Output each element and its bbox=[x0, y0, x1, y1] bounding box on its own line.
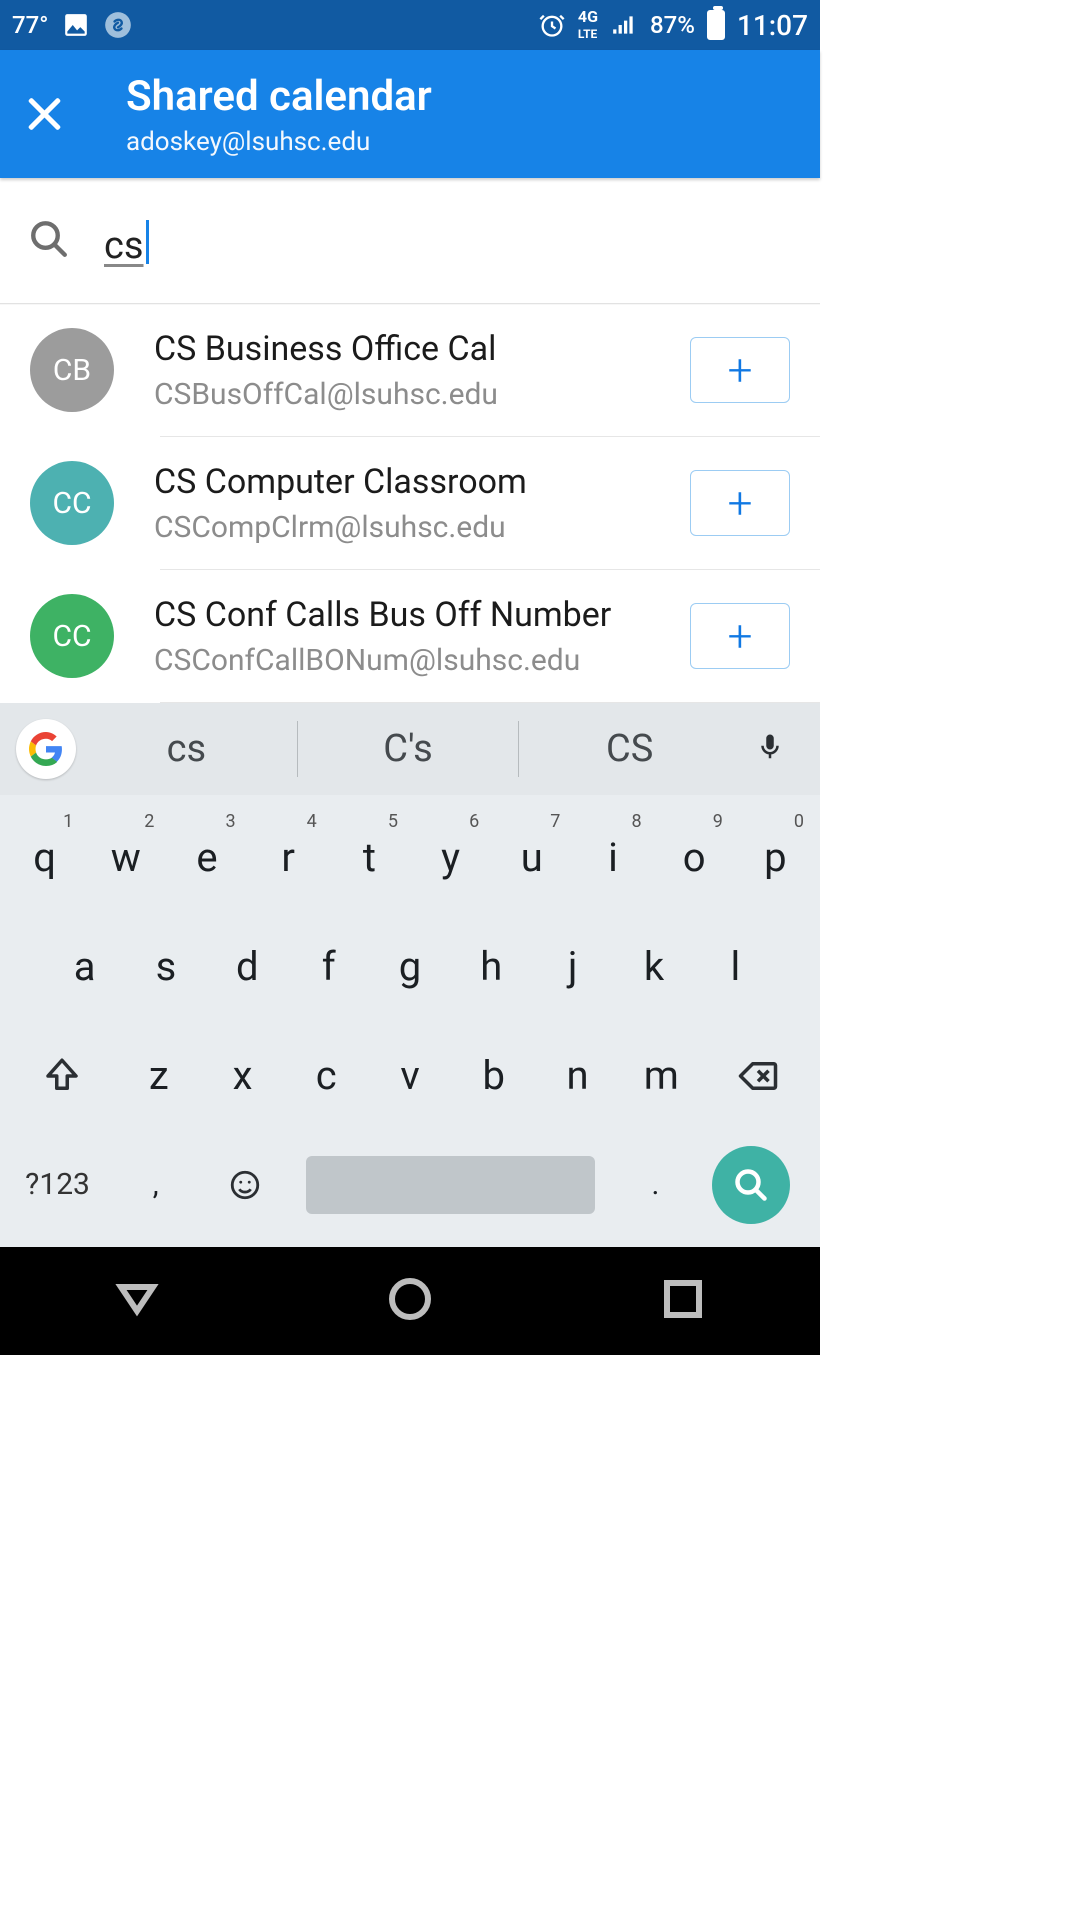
photo-icon bbox=[62, 11, 90, 39]
results-list: CB CS Business Office Cal CSBusOffCal@ls… bbox=[0, 304, 820, 703]
key-d[interactable]: d bbox=[207, 912, 288, 1021]
search-enter-key[interactable] bbox=[700, 1146, 816, 1224]
shift-key[interactable] bbox=[8, 1055, 117, 1097]
search-input[interactable]: cs bbox=[104, 214, 149, 268]
key-v[interactable]: v bbox=[368, 1021, 452, 1130]
temperature-indicator: 77° bbox=[12, 11, 48, 39]
key-k[interactable]: k bbox=[613, 912, 694, 1021]
key-f[interactable]: f bbox=[288, 912, 369, 1021]
network-type-indicator: 4GLTE bbox=[578, 9, 598, 41]
key-n[interactable]: n bbox=[536, 1021, 620, 1130]
key-c[interactable]: c bbox=[284, 1021, 368, 1130]
key-w[interactable]: w2 bbox=[85, 803, 166, 912]
alarm-icon bbox=[538, 11, 566, 39]
text-cursor bbox=[146, 220, 149, 264]
battery-percent: 87% bbox=[650, 11, 695, 39]
home-button[interactable] bbox=[386, 1275, 434, 1327]
add-button[interactable]: + bbox=[690, 603, 790, 669]
suggestion[interactable]: C's bbox=[298, 727, 519, 771]
add-button[interactable]: + bbox=[690, 337, 790, 403]
avatar: CC bbox=[30, 594, 114, 678]
page-title: Shared calendar bbox=[126, 72, 432, 121]
key-y[interactable]: y6 bbox=[410, 803, 491, 912]
mic-icon[interactable] bbox=[740, 732, 800, 766]
back-button[interactable] bbox=[113, 1275, 161, 1327]
result-name: CS Conf Calls Bus Off Number bbox=[154, 595, 680, 635]
battery-icon bbox=[707, 10, 725, 40]
result-email: CSCompClrm@lsuhsc.edu bbox=[154, 510, 624, 545]
key-h[interactable]: h bbox=[451, 912, 532, 1021]
suggestion[interactable]: CS bbox=[519, 727, 740, 771]
result-item[interactable]: CC CS Conf Calls Bus Off Number CSConfCa… bbox=[0, 570, 820, 702]
avatar: CC bbox=[30, 461, 114, 545]
symbols-key[interactable]: ?123 bbox=[4, 1130, 111, 1239]
key-e[interactable]: e3 bbox=[166, 803, 247, 912]
search-row[interactable]: cs bbox=[0, 178, 820, 304]
status-bar: 77° 4GLTE 87% 11:07 bbox=[0, 0, 820, 50]
key-z[interactable]: z bbox=[117, 1021, 201, 1130]
search-icon bbox=[28, 218, 70, 264]
result-name: CS Computer Classroom bbox=[154, 462, 680, 502]
key-i[interactable]: i8 bbox=[572, 803, 653, 912]
clock: 11:07 bbox=[737, 9, 808, 42]
comma-key[interactable]: , bbox=[111, 1130, 200, 1239]
result-item[interactable]: CC CS Computer Classroom CSCompClrm@lsuh… bbox=[0, 437, 820, 569]
key-x[interactable]: x bbox=[201, 1021, 285, 1130]
key-j[interactable]: j bbox=[532, 912, 613, 1021]
recent-apps-button[interactable] bbox=[659, 1275, 707, 1327]
backspace-key[interactable] bbox=[703, 1055, 812, 1097]
google-icon[interactable] bbox=[16, 719, 76, 779]
page-subtitle: adoskey@lsuhsc.edu bbox=[126, 127, 432, 157]
add-button[interactable]: + bbox=[690, 470, 790, 536]
result-email: CSConfCallBONum@lsuhsc.edu bbox=[154, 643, 624, 678]
close-icon[interactable] bbox=[20, 91, 66, 137]
key-m[interactable]: m bbox=[619, 1021, 703, 1130]
key-t[interactable]: t5 bbox=[329, 803, 410, 912]
key-u[interactable]: u7 bbox=[491, 803, 572, 912]
spacebar-key[interactable] bbox=[290, 1130, 611, 1239]
key-p[interactable]: p0 bbox=[735, 803, 816, 912]
app-bar: Shared calendar adoskey@lsuhsc.edu bbox=[0, 50, 820, 178]
keyboard: q1w2e3r4t5y6u7i8o9p0 asdfghjkl zxcvbnm ?… bbox=[0, 795, 820, 1247]
key-l[interactable]: l bbox=[695, 912, 776, 1021]
suggestion[interactable]: cs bbox=[76, 727, 297, 771]
keyboard-suggestion-bar: cs C's CS bbox=[0, 703, 820, 795]
signal-icon bbox=[610, 11, 638, 39]
key-b[interactable]: b bbox=[452, 1021, 536, 1130]
emoji-key[interactable] bbox=[200, 1130, 289, 1239]
period-key[interactable]: . bbox=[611, 1130, 700, 1239]
result-item[interactable]: CB CS Business Office Cal CSBusOffCal@ls… bbox=[0, 304, 820, 436]
android-nav-bar bbox=[0, 1247, 820, 1355]
key-q[interactable]: q1 bbox=[4, 803, 85, 912]
key-o[interactable]: o9 bbox=[654, 803, 735, 912]
avatar: CB bbox=[30, 328, 114, 412]
key-s[interactable]: s bbox=[125, 912, 206, 1021]
result-email: CSBusOffCal@lsuhsc.edu bbox=[154, 377, 624, 412]
shazam-icon bbox=[104, 11, 132, 39]
key-a[interactable]: a bbox=[44, 912, 125, 1021]
key-r[interactable]: r4 bbox=[248, 803, 329, 912]
result-name: CS Business Office Cal bbox=[154, 329, 680, 369]
key-g[interactable]: g bbox=[369, 912, 450, 1021]
